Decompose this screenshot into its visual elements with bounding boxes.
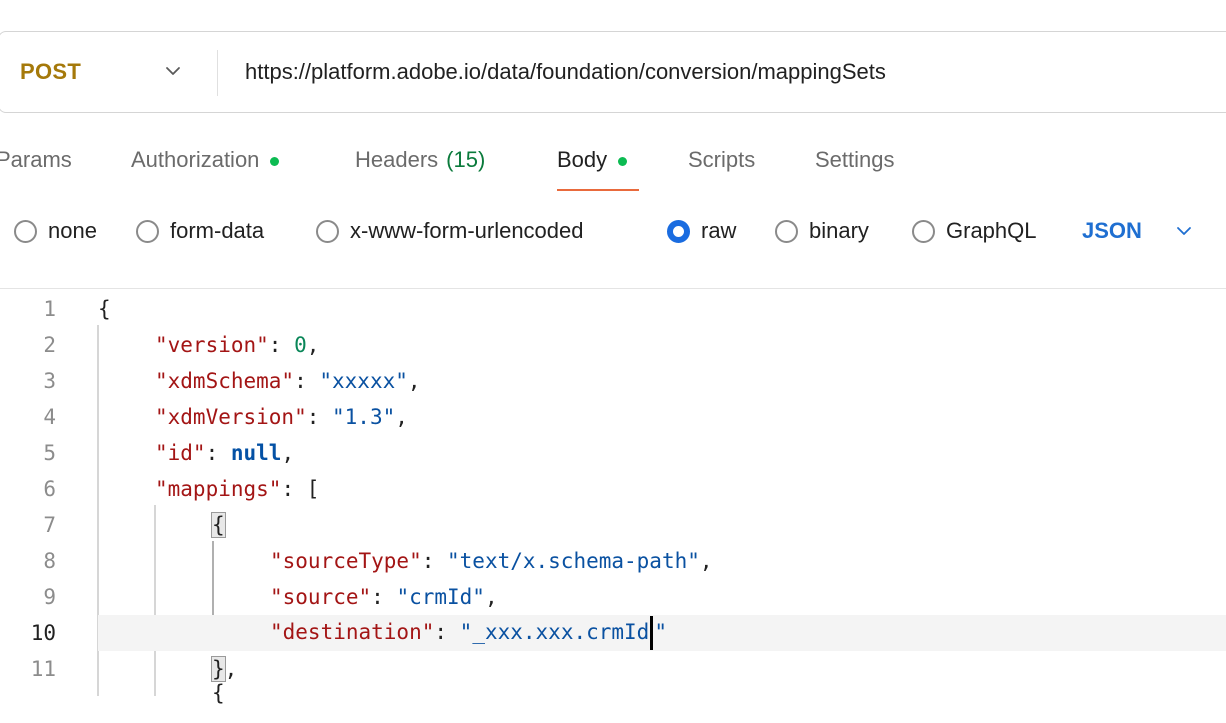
code-text: { xyxy=(98,297,111,321)
tab-label: Authorization xyxy=(131,147,260,172)
radio-binary[interactable]: binary xyxy=(775,200,869,262)
line-number: 2 xyxy=(43,333,56,357)
code-line: 5 "id": null, xyxy=(0,435,1226,471)
tab-scripts[interactable]: Scripts xyxy=(688,130,755,190)
url-input[interactable]: https://platform.adobe.io/data/foundatio… xyxy=(245,32,886,112)
code-text: "version": 0, xyxy=(155,333,320,357)
radio-label: none xyxy=(48,218,97,243)
tab-body[interactable]: Body xyxy=(557,130,628,190)
code-line: 7 { xyxy=(0,507,1226,543)
line-number: 7 xyxy=(43,513,56,537)
radio-unchecked-icon xyxy=(14,219,37,243)
code-text: "mappings": [ xyxy=(155,477,320,501)
code-line: 1 { xyxy=(0,291,1226,327)
code-line: 6 "mappings": [ xyxy=(0,471,1226,507)
tab-label: Body xyxy=(557,147,608,172)
tab-label: Headers xyxy=(355,147,439,172)
code-line: { xyxy=(0,681,1226,723)
code-text: "destination": "_xxx.xxx.crmId " xyxy=(270,616,667,650)
radio-x-www-form-urlencoded[interactable]: x-www-form-urlencoded xyxy=(316,200,584,262)
code-line: 8 "sourceType": "text/x.schema-path", xyxy=(0,543,1226,579)
headers-count: (15) xyxy=(446,147,486,172)
method-label: POST xyxy=(20,59,82,84)
code-line: 4 "xdmVersion": "1.3", xyxy=(0,399,1226,435)
radio-unchecked-icon xyxy=(316,219,339,243)
line-number: 1 xyxy=(43,297,56,321)
line-number: 5 xyxy=(43,441,56,465)
code-text: "xdmSchema": "xxxxx", xyxy=(155,369,421,393)
radio-checked-icon xyxy=(667,219,690,243)
tab-headers[interactable]: Headers (15) xyxy=(355,130,485,190)
code-text: "source": "crmId", xyxy=(270,585,498,609)
line-number: 11 xyxy=(30,657,56,681)
radio-unchecked-icon xyxy=(136,219,159,243)
format-select[interactable]: JSON xyxy=(1082,200,1142,262)
code-line-current: 10 "destination": "_xxx.xxx.crmId " xyxy=(31,615,1226,651)
body-type-options: none form-data x-www-form-urlencoded raw… xyxy=(0,200,1226,262)
line-number: 9 xyxy=(43,585,56,609)
status-dot-icon xyxy=(618,156,628,166)
tab-label: Settings xyxy=(815,147,895,172)
radio-unchecked-icon xyxy=(775,219,798,243)
code-text: "id": null, xyxy=(155,441,295,465)
code-line: 9 "source": "crmId", xyxy=(0,579,1226,615)
url-divider xyxy=(217,50,218,96)
url-bar: POST https://platform.adobe.io/data/foun… xyxy=(0,31,1226,113)
status-dot-icon xyxy=(270,156,280,166)
code-line: 2 "version": 0, xyxy=(0,327,1226,363)
chevron-down-icon[interactable] xyxy=(162,60,184,82)
line-number: 8 xyxy=(43,549,56,573)
line-number: 6 xyxy=(43,477,56,501)
line-number: 3 xyxy=(43,369,56,393)
radio-label: GraphQL xyxy=(946,218,1037,243)
tab-authorization[interactable]: Authorization xyxy=(131,130,280,190)
line-number: 4 xyxy=(43,405,56,429)
tab-params[interactable]: Params xyxy=(0,130,72,190)
code-text: }, xyxy=(211,656,238,682)
radio-label: x-www-form-urlencoded xyxy=(350,218,584,243)
request-tabs: Params Authorization Headers (15) Body S… xyxy=(0,130,1226,192)
text-cursor xyxy=(650,616,654,650)
radio-form-data[interactable]: form-data xyxy=(136,200,264,262)
tab-label: Scripts xyxy=(688,147,756,172)
code-text: "sourceType": "text/x.schema-path", xyxy=(270,549,713,573)
code-text: "xdmVersion": "1.3", xyxy=(155,405,408,429)
code-text: { xyxy=(211,512,226,538)
code-text-partial: { xyxy=(212,681,225,705)
tab-label: Params xyxy=(0,147,72,172)
code-line: 11 }, xyxy=(0,651,1226,687)
active-tab-indicator xyxy=(557,189,639,191)
radio-label: binary xyxy=(809,218,869,243)
code-editor[interactable]: 1 { 2 "version": 0, 3 "xdmSchema": "xxxx… xyxy=(0,289,1226,705)
tab-settings[interactable]: Settings xyxy=(815,130,895,190)
method-select[interactable]: POST xyxy=(20,32,81,112)
chevron-down-icon[interactable] xyxy=(1173,220,1195,242)
radio-none[interactable]: none xyxy=(14,200,97,262)
radio-label: raw xyxy=(701,218,737,243)
code-line: 3 "xdmSchema": "xxxxx", xyxy=(0,363,1226,399)
format-label: JSON xyxy=(1082,218,1142,243)
radio-label: form-data xyxy=(170,218,265,243)
line-number: 10 xyxy=(30,621,56,645)
radio-unchecked-icon xyxy=(912,219,935,243)
radio-graphql[interactable]: GraphQL xyxy=(912,200,1037,262)
radio-raw[interactable]: raw xyxy=(667,200,736,262)
